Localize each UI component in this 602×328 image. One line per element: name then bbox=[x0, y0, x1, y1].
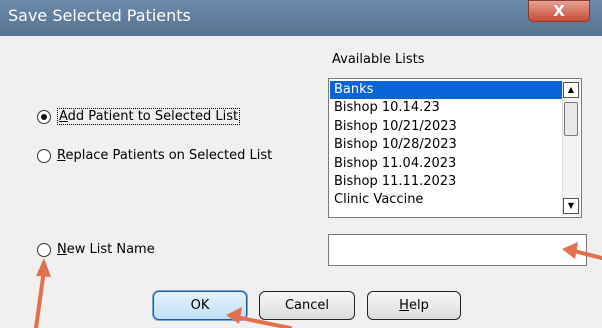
list-item[interactable]: Bishop 10/28/2023 bbox=[330, 136, 562, 154]
save-selected-patients-dialog: Save Selected Patients X Add Patient to … bbox=[0, 0, 602, 328]
available-lists-label: Available Lists bbox=[332, 52, 425, 67]
cancel-button[interactable]: Cancel bbox=[259, 291, 355, 320]
scroll-up-button[interactable]: ▲ bbox=[563, 82, 579, 98]
new-list-name-label: New List Name bbox=[57, 242, 155, 257]
add-patient-option[interactable]: Add Patient to Selected List bbox=[37, 108, 241, 125]
list-scrollbar[interactable]: ▲ ▼ bbox=[562, 80, 580, 216]
close-icon: X bbox=[553, 2, 565, 20]
new-list-name-radio[interactable] bbox=[37, 242, 51, 257]
arrow-to-new-list-radio bbox=[34, 268, 46, 328]
add-patient-radio[interactable] bbox=[37, 109, 51, 124]
available-lists-listbox[interactable]: Banks Bishop 10.14.23 Bishop 10/21/2023 Bis… bbox=[328, 78, 582, 218]
ok-button[interactable]: OK bbox=[153, 291, 247, 320]
list-item[interactable]: Bishop 11.11.2023 bbox=[330, 173, 562, 191]
list-item[interactable]: Bishop 10/21/2023 bbox=[330, 118, 562, 136]
replace-patients-option[interactable]: Replace Patients on Selected List bbox=[37, 148, 272, 163]
dialog-title: Save Selected Patients bbox=[8, 6, 191, 25]
replace-patients-radio[interactable] bbox=[37, 148, 51, 163]
help-label: Help bbox=[399, 298, 429, 313]
title-bar: Save Selected Patients X bbox=[0, 0, 602, 36]
new-list-name-input[interactable] bbox=[328, 234, 587, 266]
arrow-down-icon: ▼ bbox=[567, 201, 575, 210]
list-item[interactable]: Bishop 11.04.2023 bbox=[330, 155, 562, 173]
list-item[interactable]: Clinic Vaccine bbox=[330, 191, 562, 209]
ok-label: OK bbox=[190, 298, 210, 313]
arrow-head-radio bbox=[36, 258, 51, 277]
list-item[interactable]: Bishop 10.14.23 bbox=[330, 99, 562, 117]
scroll-down-button[interactable]: ▼ bbox=[563, 198, 579, 214]
arrow-up-icon: ▲ bbox=[567, 85, 575, 94]
cancel-label: Cancel bbox=[284, 298, 330, 313]
close-button[interactable]: X bbox=[528, 0, 590, 22]
help-button[interactable]: Help bbox=[367, 291, 461, 320]
available-lists-items: Banks Bishop 10.14.23 Bishop 10/21/2023 Bis… bbox=[330, 81, 562, 210]
list-item[interactable]: Banks bbox=[330, 81, 562, 100]
replace-patients-label: Replace Patients on Selected List bbox=[57, 148, 273, 163]
scroll-thumb[interactable] bbox=[564, 102, 578, 136]
new-list-name-option[interactable]: New List Name bbox=[37, 242, 155, 257]
add-patient-label: Add Patient to Selected List bbox=[57, 108, 241, 125]
